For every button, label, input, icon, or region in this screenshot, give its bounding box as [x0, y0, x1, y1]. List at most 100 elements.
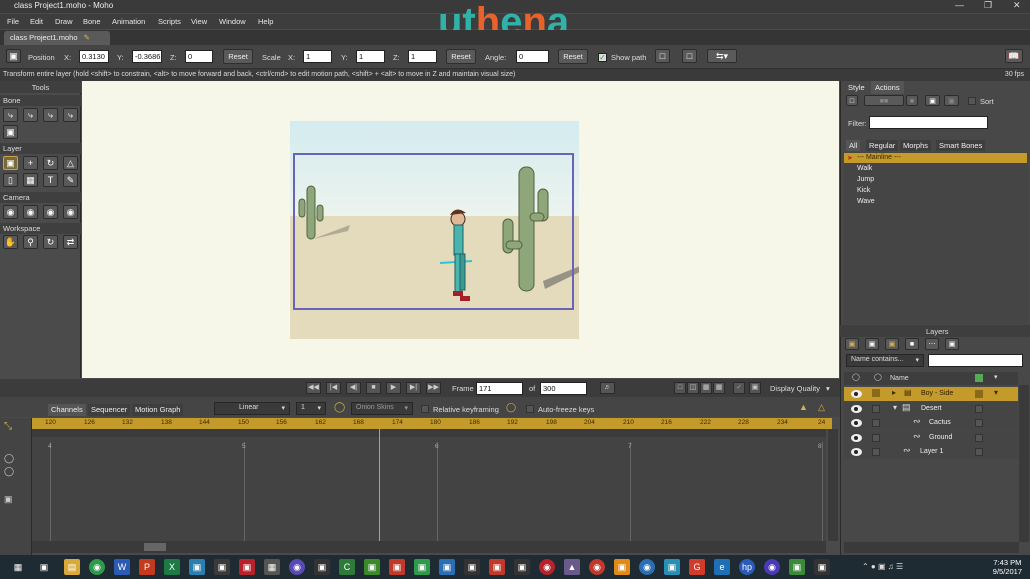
layer-visibility-box[interactable] [872, 405, 880, 413]
bone-rotate-icon[interactable]: ⤷ [63, 108, 78, 122]
layer-row-cactus[interactable]: ∾ Cactus [844, 416, 1018, 430]
zoom-icon[interactable]: ⚲ [23, 235, 38, 249]
total-frames-field[interactable]: 300 [540, 382, 587, 395]
timeline-channels-area[interactable]: 4 5 6 7 8 [32, 429, 826, 541]
action-item-kick[interactable]: Kick [857, 187, 870, 194]
tab-channels[interactable]: Channels [48, 404, 86, 416]
bone-manipulate-icon[interactable]: ▣ [3, 125, 18, 139]
stop-icon[interactable]: ■ [366, 382, 381, 394]
layers-vertical-scrollbar[interactable] [1019, 385, 1029, 542]
calculator-icon[interactable]: ▦ [264, 559, 280, 575]
powerpoint-icon[interactable]: P [139, 559, 155, 575]
channel-add-icon[interactable]: ◯ [4, 466, 14, 477]
tab-sequencer[interactable]: Sequencer [88, 404, 131, 416]
name-contains-dropdown[interactable]: Name contains... ▾ [846, 354, 924, 367]
y-position-field[interactable]: -0.3686 [132, 50, 162, 63]
scale-y-field[interactable]: 1 [356, 50, 385, 63]
pan-tilt-camera-icon[interactable]: ◉ [63, 205, 78, 219]
track-camera-icon[interactable]: ◉ [3, 205, 18, 219]
roll-camera-icon[interactable]: ◉ [43, 205, 58, 219]
minimize-button[interactable]: — [955, 0, 964, 10]
timeline-ruler[interactable]: 120 126 132 138 144 150 156 162 168 174 … [32, 418, 832, 429]
resize-icon[interactable]: ⤡ [4, 421, 12, 432]
new-action-icon[interactable]: □ [846, 95, 858, 106]
forward-end-icon[interactable]: ▶▶ [426, 382, 441, 394]
channel-layer-icon[interactable]: ▣ [4, 494, 13, 505]
onion-icon[interactable]: ◯ [334, 402, 345, 413]
rotate-layer-icon[interactable]: ↻ [43, 156, 58, 170]
collapse-icon[interactable]: ▲ [799, 402, 808, 412]
word-icon[interactable]: W [114, 559, 130, 575]
action-item-walk[interactable]: Walk [857, 165, 872, 172]
menu-file[interactable]: File [7, 17, 19, 26]
help-book-icon[interactable]: 📖 [1005, 49, 1023, 63]
app-icon[interactable]: ◉ [589, 559, 605, 575]
app-icon[interactable]: ▣ [664, 559, 680, 575]
current-frame-marker[interactable] [379, 429, 380, 541]
app-icon[interactable]: ◉ [289, 559, 305, 575]
chevron-down-icon[interactable]: ▾ [994, 388, 998, 397]
app-icon[interactable]: ▣ [214, 559, 230, 575]
layer-row-desert[interactable]: ▾ ▤ Desert [844, 402, 1018, 416]
app-icon[interactable]: ◉ [539, 559, 555, 575]
scroll-thumb[interactable] [144, 543, 166, 551]
view-split-icon[interactable]: ◫ [687, 382, 699, 394]
layer-visibility-box[interactable] [872, 434, 880, 442]
hand-icon[interactable]: ✋ [3, 235, 18, 249]
chevron-down-icon[interactable]: ▾ [994, 373, 998, 381]
collapse-arrow-icon[interactable]: ▾ [893, 403, 897, 412]
auto-freeze-checkbox[interactable] [526, 405, 534, 413]
new-layer-icon[interactable]: ▣ [845, 338, 859, 350]
tab-morphs[interactable]: Morphs [900, 140, 932, 151]
moho-icon[interactable]: ▲ [564, 559, 580, 575]
eye-icon[interactable] [851, 448, 862, 456]
view-quad-icon[interactable]: ▦ [700, 382, 712, 394]
menu-help[interactable]: Help [258, 17, 273, 26]
more-icon[interactable]: ⋯ [925, 338, 939, 350]
interpolation-dropdown[interactable]: Linear ▾ [214, 402, 290, 415]
timeline-vertical-scrollbar[interactable] [828, 429, 838, 541]
shear-layer-icon[interactable]: △ [63, 156, 78, 170]
layer-row-layer1[interactable]: ∾ Layer 1 [844, 445, 1018, 459]
menu-animation[interactable]: Animation [112, 17, 145, 26]
app-icon[interactable]: ▣ [464, 559, 480, 575]
expand-icon[interactable]: △ [818, 402, 825, 413]
menu-draw[interactable]: Draw [55, 17, 73, 26]
page-icon[interactable]: □ [682, 49, 697, 63]
filter-input[interactable] [869, 116, 988, 129]
chrome-icon[interactable]: ◉ [89, 559, 105, 575]
reset-angle-button[interactable]: Reset [558, 49, 588, 64]
eyedropper-icon[interactable]: ✎ [63, 173, 78, 187]
name-column-header[interactable]: Name [890, 375, 909, 382]
app-icon[interactable]: ▣ [789, 559, 805, 575]
layers-horizontal-scrollbar[interactable] [844, 542, 1019, 553]
app-icon[interactable]: ▣ [514, 559, 530, 575]
scale-x-field[interactable]: 1 [303, 50, 332, 63]
first-frame-icon[interactable]: |◀ [326, 382, 341, 394]
delete-layer-icon[interactable]: ■ [905, 338, 919, 350]
hp-icon[interactable]: hp [739, 559, 755, 575]
app-icon[interactable]: C [339, 559, 355, 575]
app-icon[interactable]: ▣ [389, 559, 405, 575]
x-position-field[interactable]: 0.3130 [79, 50, 109, 63]
sound-icon[interactable]: ♬ [600, 382, 615, 394]
delete-action-icon[interactable]: ■ [906, 95, 918, 106]
restore-button[interactable]: ❐ [984, 0, 992, 11]
timeline-horizontal-scrollbar[interactable] [32, 541, 826, 553]
bone-select-icon[interactable]: ⤷ [3, 108, 18, 122]
checkmark-icon[interactable]: ✓ [733, 382, 745, 394]
app-icon[interactable]: ◉ [764, 559, 780, 575]
play-icon[interactable]: ▶ [386, 382, 401, 394]
app-icon[interactable]: ▣ [814, 559, 830, 575]
group-layer-icon[interactable]: ▣ [885, 338, 899, 350]
task-view-icon[interactable]: ▣ [36, 559, 52, 575]
tab-regular[interactable]: Regular [866, 140, 899, 151]
freeze-key-icon[interactable]: ◯ [506, 402, 516, 413]
layer-row-boy-side[interactable]: ▸ ▤ Boy - Side ▾ [844, 387, 1018, 401]
tab-style[interactable]: Style [848, 83, 865, 92]
menu-bone[interactable]: Bone [83, 17, 101, 26]
layer-visibility-box[interactable] [872, 389, 880, 397]
close-button[interactable]: ✕ [1013, 0, 1021, 11]
frame-field[interactable]: 171 [476, 382, 523, 395]
windows-start-icon[interactable]: ▦ [10, 559, 26, 575]
